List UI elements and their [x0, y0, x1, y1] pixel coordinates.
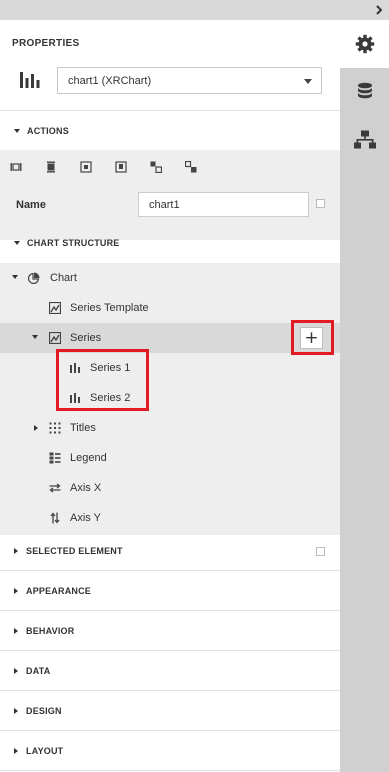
axis-y-icon: [50, 512, 60, 524]
section-actions-header[interactable]: ACTIONS: [14, 126, 69, 136]
divider: [0, 770, 340, 771]
selected-element-checkbox[interactable]: [316, 547, 325, 556]
divider: [0, 570, 340, 571]
tree-item-series-2[interactable]: Series 2: [0, 383, 340, 413]
highlight-add-series: [291, 320, 334, 355]
tab-properties[interactable]: [340, 20, 389, 68]
section-behavior-title: BEHAVIOR: [26, 626, 75, 636]
divider: [0, 610, 340, 611]
tree-item-label: Legend: [70, 452, 107, 464]
fit-to-container-icon[interactable]: [150, 161, 162, 173]
collapse-panel-button[interactable]: [372, 2, 386, 18]
top-strip: [0, 0, 389, 20]
expanded-triangle-icon: [14, 241, 20, 245]
collapsed-triangle-icon: [14, 548, 18, 554]
section-chart-structure-header[interactable]: CHART STRUCTURE: [14, 238, 120, 248]
section-design-title: DESIGN: [26, 706, 62, 716]
section-selected-element-header[interactable]: SELECTED ELEMENT: [14, 546, 123, 556]
tree-item-chart[interactable]: Chart: [0, 263, 340, 293]
tree-item-titles[interactable]: Titles: [0, 413, 340, 443]
hierarchy-icon: [353, 130, 376, 149]
bar-chart-icon: [20, 72, 40, 88]
tree-item-label: Series Template: [70, 302, 149, 314]
collapsed-triangle-icon: [14, 628, 18, 634]
section-chart-structure-title: CHART STRUCTURE: [27, 238, 120, 248]
panel-title: PROPERTIES: [12, 38, 80, 49]
tree-item-series[interactable]: Series: [0, 323, 340, 353]
section-actions-title: ACTIONS: [27, 126, 69, 136]
name-input-value: chart1: [149, 199, 180, 211]
section-layout-header[interactable]: LAYOUT: [14, 746, 63, 756]
collapsed-triangle-icon: [14, 668, 18, 674]
tree-item-axis-x[interactable]: Axis X: [0, 473, 340, 503]
tree-item-label: Series: [70, 332, 102, 344]
chart-pie-icon: [28, 272, 40, 284]
highlight-series-items: [56, 349, 149, 411]
expanded-triangle-icon: [14, 129, 20, 133]
size-to-grid-icon[interactable]: [185, 161, 197, 173]
expanded-triangle-icon: [32, 335, 38, 339]
align-left-icon[interactable]: [10, 161, 22, 173]
collapsed-triangle-icon: [14, 708, 18, 714]
chevron-down-icon: [304, 79, 312, 84]
tree-item-series-template[interactable]: Series Template: [0, 293, 340, 323]
tree-item-label: Axis Y: [70, 512, 101, 524]
section-data-header[interactable]: DATA: [14, 666, 50, 676]
tab-data-source[interactable]: [340, 68, 389, 116]
divider: [0, 650, 340, 651]
chevron-right-icon: [376, 5, 383, 15]
divider: [0, 690, 340, 691]
properties-panel: PROPERTIES chart1 (XRChart) ACTIONS Name…: [0, 20, 340, 772]
section-selected-element-title: SELECTED ELEMENT: [26, 546, 123, 556]
divider: [0, 730, 340, 731]
tree-item-label: Chart: [50, 272, 77, 284]
expanded-triangle-icon: [12, 275, 18, 279]
tree-item-label: Titles: [70, 422, 96, 434]
series-template-icon: [49, 302, 61, 314]
database-icon: [357, 82, 372, 99]
gear-icon: [355, 34, 374, 54]
legend-icon: [49, 452, 61, 464]
divider: [0, 110, 340, 111]
send-to-back-icon[interactable]: [115, 161, 127, 173]
name-label: Name: [16, 199, 46, 211]
collapsed-triangle-icon: [14, 748, 18, 754]
align-center-icon[interactable]: [45, 161, 57, 173]
tree-item-label: Axis X: [70, 482, 102, 494]
titles-icon: [49, 422, 61, 434]
tab-report-explorer[interactable]: [340, 116, 389, 164]
component-select[interactable]: chart1 (XRChart): [57, 67, 322, 94]
section-behavior-header[interactable]: BEHAVIOR: [14, 626, 74, 636]
axis-x-icon: [49, 483, 61, 493]
tree-item-series-1[interactable]: Series 1: [0, 353, 340, 383]
section-design-header[interactable]: DESIGN: [14, 706, 62, 716]
side-tab-rail: [340, 20, 389, 772]
tree-item-legend[interactable]: Legend: [0, 443, 340, 473]
bring-to-front-icon[interactable]: [80, 161, 92, 173]
section-appearance-title: APPEARANCE: [26, 586, 92, 596]
name-input[interactable]: chart1: [138, 192, 309, 217]
name-flag-checkbox[interactable]: [316, 199, 325, 208]
section-appearance-header[interactable]: APPEARANCE: [14, 586, 91, 596]
collapsed-triangle-icon: [34, 425, 38, 431]
collapsed-triangle-icon: [14, 588, 18, 594]
section-layout-title: LAYOUT: [26, 746, 64, 756]
component-select-value: chart1 (XRChart): [68, 75, 152, 87]
series-icon: [49, 332, 61, 344]
tree-item-axis-y[interactable]: Axis Y: [0, 503, 340, 533]
section-data-title: DATA: [26, 666, 51, 676]
